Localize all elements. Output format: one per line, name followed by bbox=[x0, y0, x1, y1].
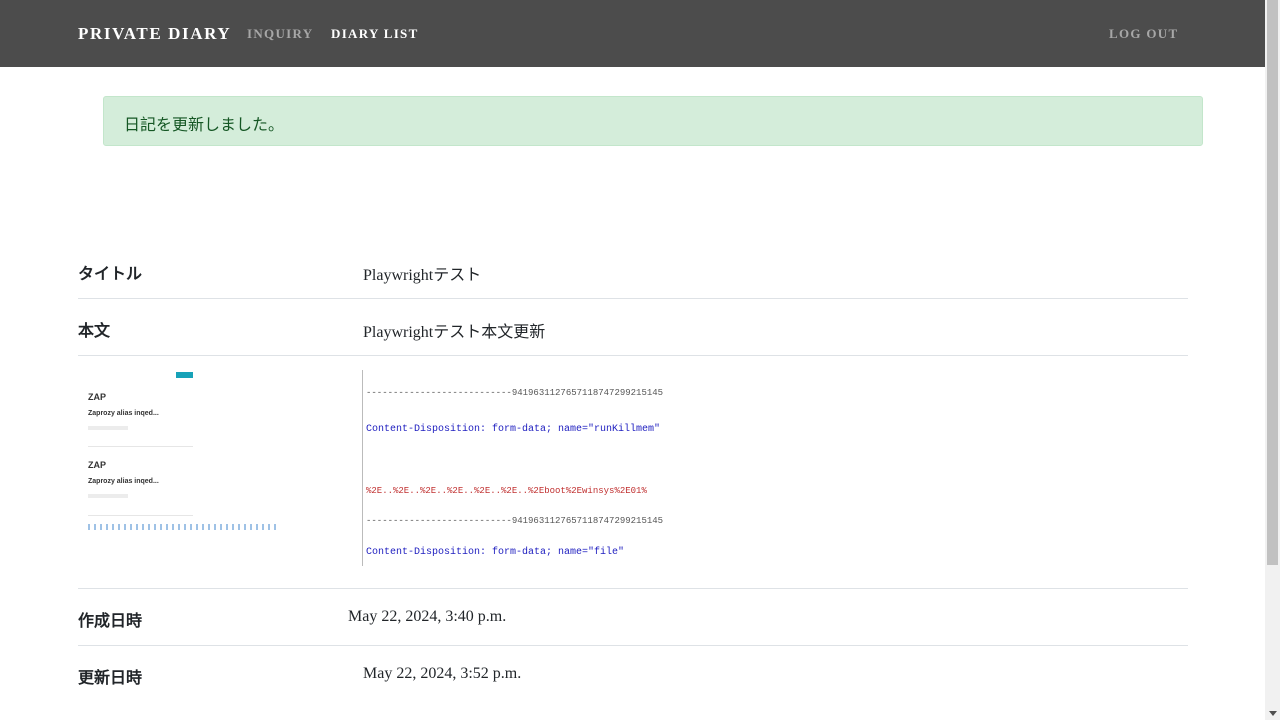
thumbnail-divider bbox=[88, 515, 193, 516]
attached-image-thumbnail[interactable]: ZAP Zaprozy alias inqed... ZAP Zaprozy a… bbox=[78, 368, 283, 540]
created-value: May 22, 2024, 3:40 p.m. bbox=[348, 608, 507, 625]
thumbnail-entry-subtitle: Zaprozy alias inqed... bbox=[88, 410, 159, 417]
nav-link-inquiry[interactable]: INQUIRY bbox=[247, 26, 313, 42]
title-label: タイトル bbox=[78, 264, 143, 283]
row-divider bbox=[78, 588, 1188, 589]
attached-file-thumbnail[interactable]: ---------------------------9419631127657… bbox=[362, 368, 663, 570]
thumbnail-badge bbox=[176, 372, 193, 378]
thumbnail-entry-title: ZAP bbox=[88, 460, 106, 470]
body-label: 本文 bbox=[78, 321, 111, 340]
created-label: 作成日時 bbox=[78, 611, 143, 630]
scroll-down-arrow-icon[interactable] bbox=[1269, 711, 1277, 716]
row-divider bbox=[78, 355, 1188, 356]
thumbnail-entry-title: ZAP bbox=[88, 392, 106, 402]
thumbnail-divider bbox=[88, 446, 193, 447]
top-navbar: PRIVATE DIARY INQUIRY DIARY LIST LOG OUT bbox=[0, 0, 1265, 67]
thumbnail-entry-subtitle: Zaprozy alias inqed... bbox=[88, 478, 159, 485]
scrollbar-thumb[interactable] bbox=[1267, 0, 1278, 565]
code-line: ---------------------------9419631127657… bbox=[366, 516, 664, 526]
nav-link-diary-list[interactable]: DIARY LIST bbox=[331, 26, 419, 42]
row-divider bbox=[78, 298, 1188, 299]
title-value: Playwrightテスト bbox=[363, 267, 482, 284]
code-line: ---------------------------9419631127657… bbox=[366, 388, 664, 398]
thumbnail-meta-bar bbox=[88, 426, 128, 430]
logout-link[interactable]: LOG OUT bbox=[1109, 26, 1178, 42]
body-value: Playwrightテスト本文更新 bbox=[363, 324, 546, 341]
success-alert: 日記を更新しました。 bbox=[103, 96, 1203, 146]
thumbnail-border bbox=[362, 370, 363, 566]
updated-value: May 22, 2024, 3:52 p.m. bbox=[363, 665, 522, 682]
code-line: Content-Disposition: form-data; name="ru… bbox=[366, 424, 661, 435]
code-line: Content-Disposition: form-data; name="fi… bbox=[366, 547, 625, 558]
row-divider bbox=[78, 645, 1188, 646]
alert-message: 日記を更新しました。 bbox=[124, 115, 285, 134]
thumbnail-pagination bbox=[88, 524, 278, 530]
code-line: %2E..%2E..%2E..%2E..%2E..%2E..%2Eboot%2E… bbox=[366, 486, 647, 496]
thumbnail-meta-bar bbox=[88, 494, 128, 498]
updated-label: 更新日時 bbox=[78, 668, 143, 687]
brand-logo[interactable]: PRIVATE DIARY bbox=[78, 24, 231, 44]
